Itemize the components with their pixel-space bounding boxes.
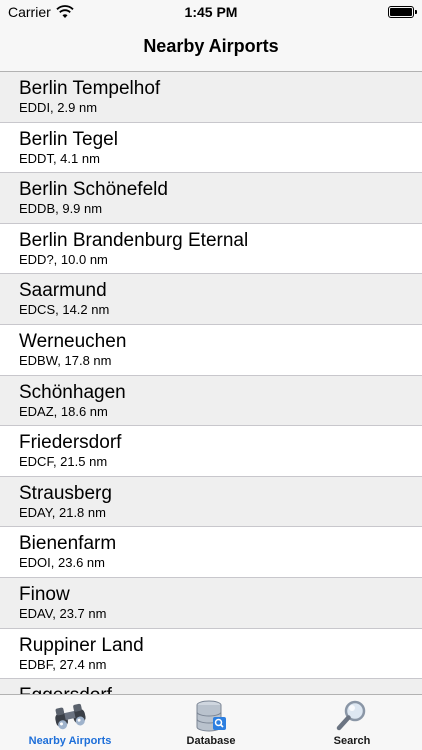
airport-name: Eggersdorf — [19, 679, 422, 694]
tab-nearby-airports[interactable]: Nearby Airports — [0, 695, 140, 750]
airport-row[interactable]: Schönhagen EDAZ, 18.6 nm — [0, 375, 422, 427]
airport-name: Berlin Tempelhof — [19, 78, 161, 99]
battery-icon — [388, 6, 414, 18]
airport-row[interactable]: Saarmund EDCS, 14.2 nm — [0, 274, 422, 325]
airport-name: Saarmund — [19, 280, 107, 302]
airport-name: Ruppiner Land — [19, 634, 144, 656]
airport-detail: EDAY, 21.8 nm — [19, 504, 106, 520]
navigation-bar: Nearby Airports — [0, 24, 422, 72]
airport-name: Strausberg — [19, 482, 112, 504]
airport-detail: EDDI, 2.9 nm — [19, 100, 98, 115]
airport-detail: EDAV, 23.7 nm — [19, 605, 107, 621]
tab-database[interactable]: Database — [141, 695, 281, 750]
airport-row[interactable]: Berlin Schönefeld EDDB, 9.9 nm — [0, 173, 422, 224]
status-bar: Carrier 1:45 PM — [0, 0, 422, 24]
airport-row[interactable]: Strausberg EDAY, 21.8 nm — [0, 476, 422, 528]
airport-row[interactable]: Eggersdorf — [0, 679, 422, 694]
airport-row[interactable]: Berlin Tempelhof EDDI, 2.9 nm — [0, 72, 422, 123]
airport-detail: EDOI, 23.6 nm — [19, 555, 105, 571]
airport-name: Berlin Schönefeld — [19, 179, 168, 201]
airport-row[interactable]: Werneuchen EDBW, 17.8 nm — [0, 324, 422, 376]
battery-tip — [415, 10, 417, 14]
airport-name: Friedersdorf — [19, 432, 122, 454]
binoculars-icon — [55, 703, 86, 730]
tab-label: Search — [333, 735, 371, 747]
airport-detail: EDBW, 17.8 nm — [19, 352, 112, 368]
airport-detail: EDCF, 21.5 nm — [19, 454, 108, 470]
airport-name: Finow — [19, 583, 70, 605]
airport-list[interactable]: Berlin Tempelhof EDDI, 2.9 nm Berlin Teg… — [0, 72, 422, 694]
airport-row[interactable]: Ruppiner Land EDBF, 27.4 nm — [0, 628, 422, 680]
airport-row[interactable]: Berlin Brandenburg Eternal EDD?, 10.0 nm — [0, 223, 422, 275]
magnifier-icon — [336, 700, 366, 731]
database-icon — [196, 700, 226, 732]
airport-row[interactable]: Friedersdorf EDCF, 21.5 nm — [0, 426, 422, 477]
airport-row[interactable]: Berlin Tegel EDDT, 4.1 nm — [0, 122, 422, 174]
airport-detail: EDBF, 27.4 nm — [19, 656, 107, 672]
clock: 1:45 PM — [184, 4, 238, 20]
airport-name: Schönhagen — [19, 381, 126, 403]
airport-detail: EDDB, 9.9 nm — [19, 201, 103, 217]
airport-name: Berlin Brandenburg Eternal — [19, 229, 249, 251]
airport-row[interactable]: Bienenfarm EDOI, 23.6 nm — [0, 527, 422, 578]
tab-bar: Nearby Airports Database Search — [0, 694, 422, 750]
tab-label: Nearby Airports — [28, 735, 112, 747]
airport-detail: EDDT, 4.1 nm — [19, 150, 100, 166]
airport-name: Berlin Tegel — [19, 128, 118, 150]
airport-detail: EDCS, 14.2 nm — [19, 302, 110, 318]
airport-detail: EDAZ, 18.6 nm — [19, 403, 108, 419]
airport-name: Bienenfarm — [19, 533, 117, 555]
airport-detail: EDD?, 10.0 nm — [19, 251, 108, 267]
airport-row[interactable]: Finow EDAV, 23.7 nm — [0, 577, 422, 629]
page-title: Nearby Airports — [143, 36, 279, 56]
tab-search[interactable]: Search — [282, 695, 422, 750]
tab-label: Database — [186, 735, 236, 747]
airport-name: Werneuchen — [19, 330, 127, 352]
